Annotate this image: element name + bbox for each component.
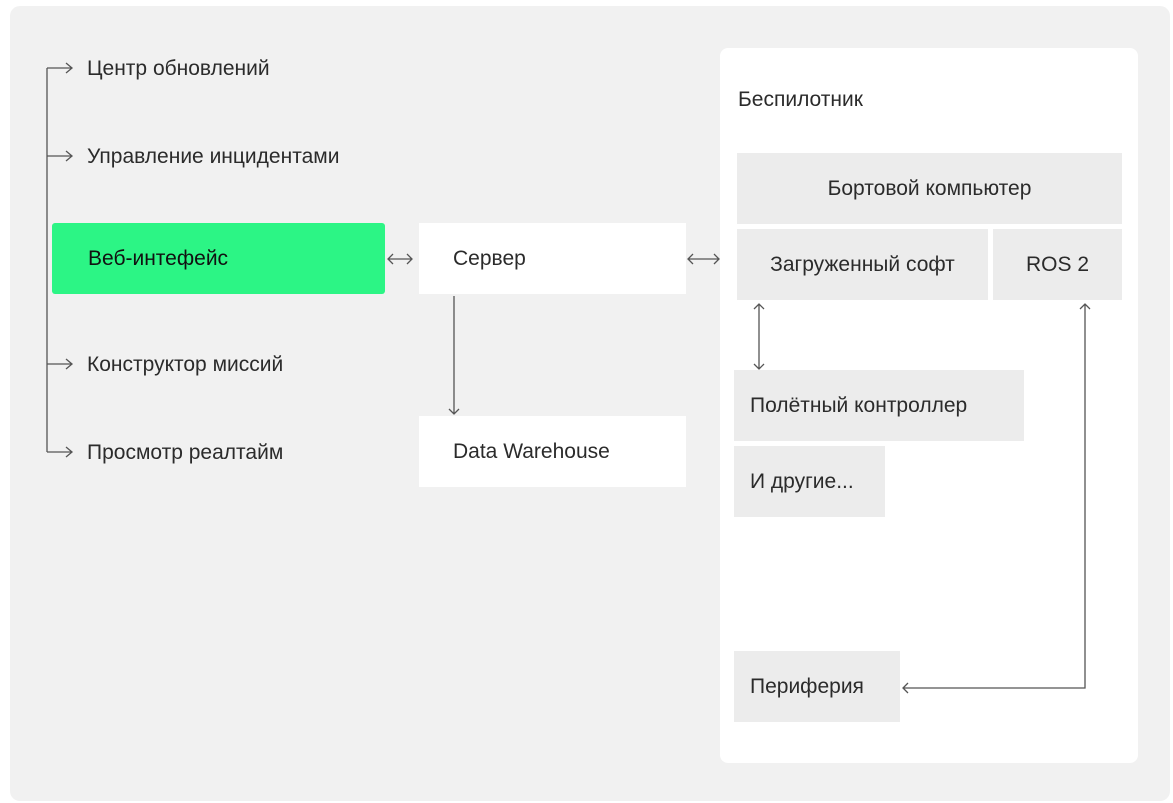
- menu-item-realtime[interactable]: Просмотр реалтайм: [87, 442, 283, 463]
- arrow-software-controller: [753, 303, 765, 370]
- flight-controller-label: Полётный контроллер: [750, 393, 968, 417]
- software-block: Загруженный софт: [737, 229, 988, 300]
- others-block: И другие...: [734, 446, 885, 517]
- periphery-label: Периферия: [750, 674, 864, 698]
- server-label: Сервер: [453, 246, 526, 270]
- branch-realtime: [47, 446, 74, 458]
- flight-controller-block: Полётный контроллер: [734, 370, 1024, 441]
- software-label: Загруженный софт: [770, 252, 955, 276]
- arrow-ros-periphery: [902, 303, 1091, 694]
- onboard-computer-block: Бортовой компьютер: [737, 153, 1122, 224]
- ros2-label: ROS 2: [1025, 252, 1090, 276]
- warehouse-block: Data Warehouse: [419, 416, 686, 487]
- drone-title: Беспилотник: [738, 88, 863, 111]
- menu-item-incidents[interactable]: Управление инцидентами: [87, 146, 339, 167]
- menu-item-missions[interactable]: Конструктор миссий: [87, 354, 283, 375]
- branch-updates: [47, 62, 74, 74]
- web-interface-label: Веб-интефейс: [88, 246, 229, 270]
- warehouse-label: Data Warehouse: [453, 439, 610, 463]
- periphery-block: Периферия: [734, 651, 900, 722]
- arrow-server-drone: [687, 253, 720, 265]
- others-label: И другие...: [750, 469, 854, 493]
- ros2-block: ROS 2: [993, 229, 1122, 300]
- onboard-computer-label: Бортовой компьютер: [827, 176, 1032, 200]
- server-block: Сервер: [419, 223, 686, 294]
- arrow-web-server: [387, 253, 413, 265]
- menu-item-updates[interactable]: Центр обновлений: [87, 58, 270, 79]
- branch-missions: [47, 358, 74, 370]
- arrow-server-warehouse: [448, 296, 460, 415]
- web-interface-block[interactable]: Веб-интефейс: [52, 223, 385, 294]
- branch-incidents: [47, 150, 74, 162]
